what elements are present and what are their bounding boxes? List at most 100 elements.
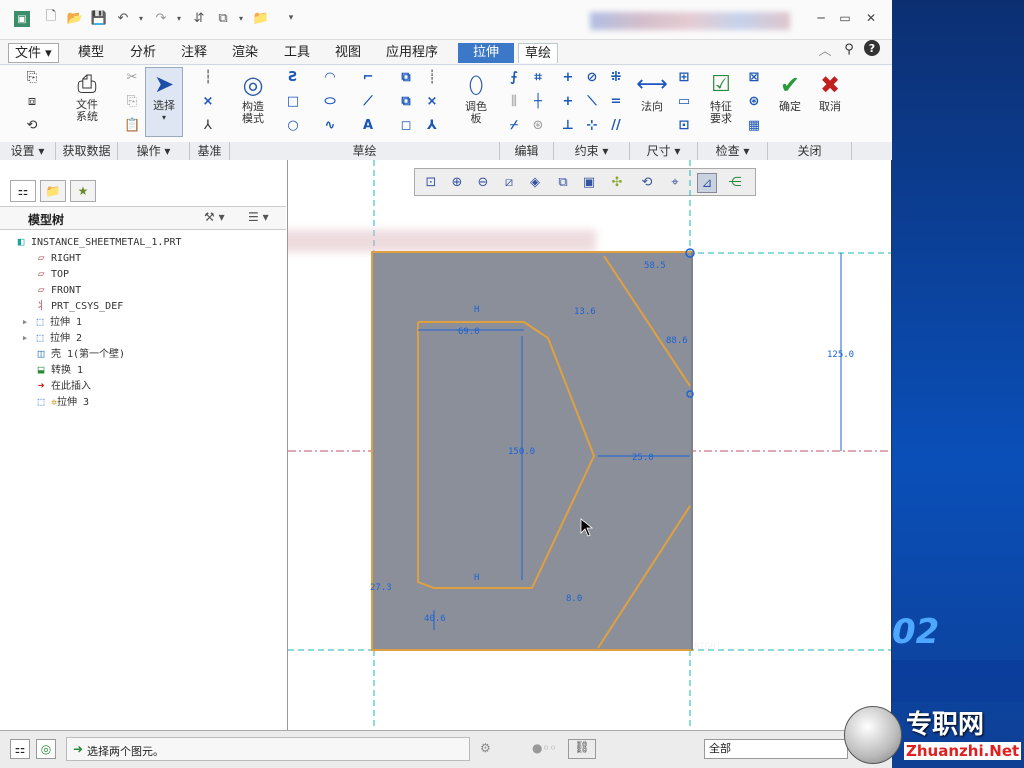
minimize-button[interactable]: ─ (812, 11, 830, 27)
offset-icon[interactable]: ⧉ (398, 70, 414, 86)
tab-analysis[interactable]: 分析 (124, 43, 162, 63)
rectangle-icon[interactable]: □ (285, 94, 301, 110)
normal-dimension-button[interactable]: ⟷ 法向 (632, 69, 672, 113)
delete-segment-icon[interactable]: ⌗ (530, 70, 546, 86)
browser-toggle-icon[interactable]: ◎ (36, 739, 56, 759)
coincident-icon[interactable]: ⊹ (584, 118, 600, 134)
perimeter-icon[interactable]: ⊞ (676, 70, 692, 86)
group-settings[interactable]: 设置 ▾ (0, 142, 56, 160)
modify-icon[interactable]: ⨍ (506, 70, 522, 86)
tree-item-insert-here[interactable]: ➜ 在此插入 (34, 378, 91, 393)
undo-dropdown-icon[interactable]: ▾ (132, 9, 150, 27)
project-icon[interactable]: ◻ (398, 118, 414, 134)
chamfer-icon[interactable]: ⟋ (360, 94, 376, 110)
help-icon[interactable]: ? (864, 40, 880, 56)
group-dimension[interactable]: 尺寸 ▾ (630, 142, 698, 160)
sketch-setup-icon[interactable]: ⎘ (24, 70, 40, 86)
undo-icon[interactable]: ↶ (114, 9, 132, 27)
graphics-window[interactable]: ⊡ ⊕ ⊖ ⧄ ◈ ⧉ ▣ ✣ ⟲ ⌖ ⊿ ⋲ 58.5 13.6 69.0 8… (288, 160, 891, 730)
midpoint-icon[interactable]: ⟍ (584, 94, 600, 110)
baseline-icon[interactable]: ▭ (676, 94, 692, 110)
open-file-icon[interactable]: 📂 (66, 9, 84, 27)
navigator-toggle-icon[interactable]: ⚏ (10, 739, 30, 759)
ellipse-icon[interactable]: ⬭ (322, 94, 338, 110)
sketch-view-icon[interactable]: ⟲ (24, 118, 40, 134)
tree-item-right[interactable]: ▱ RIGHT (34, 250, 81, 265)
tree-item-convert[interactable]: ⬓ 转换 1 (34, 362, 83, 377)
fillet-icon[interactable]: ⌐ (360, 70, 376, 86)
centerline-sketch-icon[interactable]: ┊ (424, 70, 440, 86)
tab-sketch[interactable]: 草绘 (518, 43, 559, 63)
tab-extrude[interactable]: 拉伸 (458, 43, 514, 63)
ok-button[interactable]: ✔ 确定 (772, 69, 808, 113)
corner-icon[interactable]: ┼ (530, 94, 546, 110)
collapse-ribbon-icon[interactable]: ︿ (816, 40, 834, 59)
vertical-constraint-icon[interactable]: + (560, 70, 576, 86)
parallel-icon[interactable]: // (608, 118, 624, 134)
group-inspect[interactable]: 检查 ▾ (698, 142, 768, 160)
favorites-tab-icon[interactable]: ★ (70, 180, 96, 202)
tab-file[interactable]: 文件 ▾ (8, 43, 59, 63)
tree-item-shell[interactable]: ◫ 壳 1(第一个壁) (34, 346, 125, 361)
sketch-canvas[interactable]: 58.5 13.6 69.0 88.6 125.0 150.0 25.0 8.0… (288, 160, 891, 730)
search-icon[interactable]: ⚲ (840, 40, 858, 58)
tab-applications[interactable]: 应用程序 (380, 43, 444, 63)
model-tree-tab-icon[interactable]: ⚏ (10, 180, 36, 202)
spline-icon[interactable]: ∿ (322, 118, 338, 134)
reference-icon[interactable]: ⧈ (24, 94, 40, 110)
circle-icon[interactable]: ○ (285, 118, 301, 134)
mirror-icon[interactable]: ⫼ (506, 94, 522, 110)
tab-view[interactable]: 视图 (329, 43, 367, 63)
tree-item-top[interactable]: ▱ TOP (34, 266, 69, 281)
windows-icon[interactable]: ⧉ (214, 9, 232, 27)
thicken-icon[interactable]: ⧉ (398, 94, 414, 110)
divide-icon[interactable]: ⌿ (506, 118, 522, 134)
cancel-button[interactable]: ✖ 取消 (812, 69, 848, 113)
customize-qa-icon[interactable]: ▾ (282, 9, 300, 27)
tree-item-extrude-1[interactable]: ▸ ⬚ 拉伸 1 (20, 314, 82, 329)
redo-icon[interactable]: ↷ (152, 9, 170, 27)
overlap-geometry-icon[interactable]: ⊛ (746, 94, 762, 110)
coordinate-system-icon[interactable]: ⅄ (200, 118, 216, 134)
cut-icon[interactable]: ✂ (124, 70, 140, 86)
horizontal-constraint-icon[interactable]: + (560, 94, 576, 110)
shade-closed-loops-icon[interactable]: ▦ (746, 118, 762, 134)
tab-tools[interactable]: 工具 (278, 43, 316, 63)
text-icon[interactable]: A (360, 118, 376, 134)
tree-settings-icon[interactable]: ⚒ ▾ (204, 210, 225, 224)
sketch-csys-icon[interactable]: ⅄ (424, 118, 440, 134)
centerline-icon[interactable]: ┆ (200, 70, 216, 86)
arc-icon[interactable]: ◠ (322, 70, 338, 86)
reference-dim-icon[interactable]: ⊡ (676, 118, 692, 134)
tab-render[interactable]: 渲染 (226, 43, 264, 63)
paste-icon[interactable]: 📋 (124, 118, 140, 134)
tree-item-extrude-3[interactable]: ⬚ ✲拉伸 3 (34, 394, 89, 409)
find-icon[interactable]: ⛓ (568, 739, 596, 759)
rotate-resize-icon[interactable]: ⊛ (530, 118, 546, 134)
equal-icon[interactable]: = (608, 94, 624, 110)
point-icon[interactable]: × (200, 94, 216, 110)
tree-item-part[interactable]: ◧ INSTANCE_SHEETMETAL_1.PRT (14, 234, 182, 249)
line-chain-icon[interactable]: Ƨ (285, 70, 301, 86)
tab-model[interactable]: 模型 (72, 43, 110, 63)
regenerate-icon[interactable]: ⇵ (190, 9, 208, 27)
selection-filter[interactable]: 全部 (704, 739, 848, 759)
tree-show-icon[interactable]: ☰ ▾ (248, 210, 269, 224)
feature-requirements-button[interactable]: ☑ 特征 要求 (700, 69, 742, 125)
tab-annotate[interactable]: 注释 (175, 43, 213, 63)
palette-button[interactable]: ⬯ 调色 板 (456, 69, 496, 125)
perpendicular-icon[interactable]: ⊥ (560, 118, 576, 134)
new-file-icon[interactable]: 🗋 (42, 9, 60, 27)
tree-item-csys[interactable]: ⺦ PRT_CSYS_DEF (34, 298, 124, 313)
redo-dropdown-icon[interactable]: ▾ (170, 9, 188, 27)
group-constrain[interactable]: 约束 ▾ (554, 142, 630, 160)
tree-item-front[interactable]: ▱ FRONT (34, 282, 81, 297)
construct-mode-button[interactable]: ◎ 构造 模式 (233, 69, 273, 125)
file-system-button[interactable]: ⎙ 文件 系统 (66, 69, 108, 123)
tangent-icon[interactable]: ⊘ (584, 70, 600, 86)
highlight-open-ends-icon[interactable]: ⊠ (746, 70, 762, 86)
group-operations[interactable]: 操作 ▾ (118, 142, 190, 160)
select-button[interactable]: ➤ 选择 ▾ (145, 67, 183, 137)
close-window-icon[interactable]: 📁 (252, 9, 270, 27)
windows-dropdown-icon[interactable]: ▾ (232, 9, 250, 27)
